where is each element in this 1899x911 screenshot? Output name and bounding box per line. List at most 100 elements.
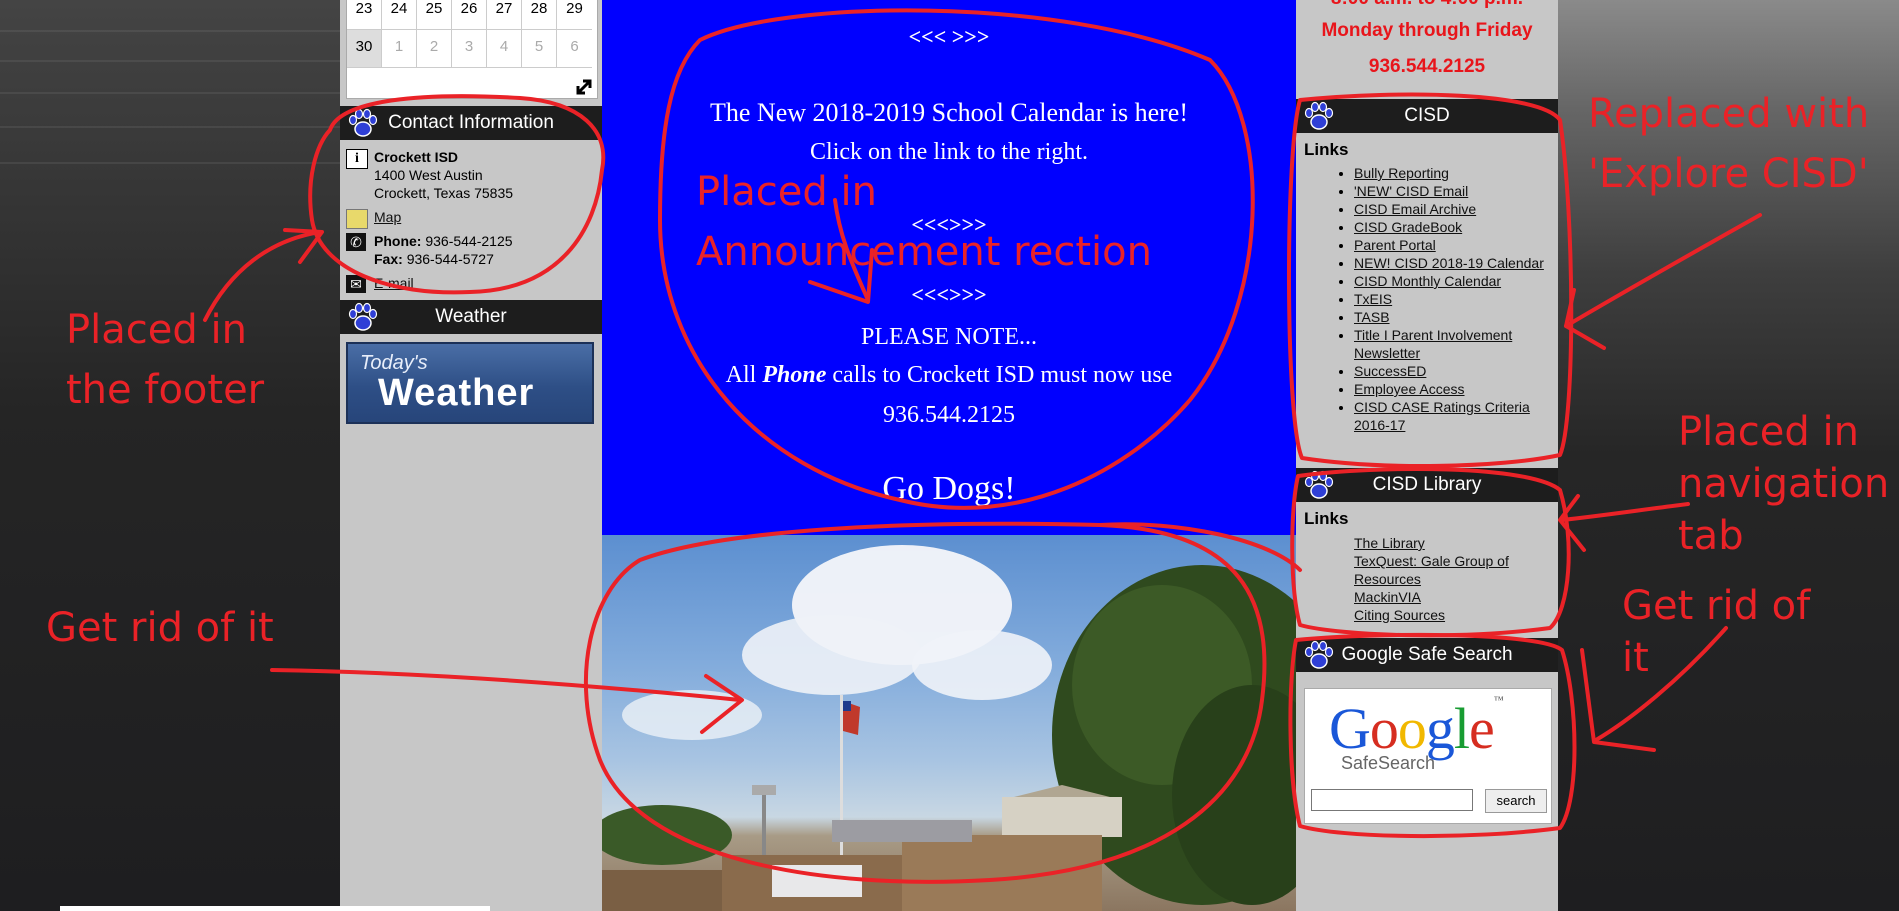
module-title: CISD <box>1404 105 1450 126</box>
cisd-link[interactable]: TxEIS <box>1354 291 1392 307</box>
cisd-link[interactable]: CISD CASE Ratings Criteria 2016-17 <box>1354 399 1530 433</box>
calendar-day[interactable]: 28 <box>522 0 557 30</box>
paw-icon <box>1304 101 1334 130</box>
calendar-day[interactable]: 26 <box>452 0 487 30</box>
logo-letter: o <box>1397 696 1427 761</box>
cisd-link[interactable]: SuccessED <box>1354 363 1426 379</box>
calendar-day[interactable]: 24 <box>382 0 417 30</box>
links-heading: Links <box>1304 140 1349 159</box>
campus-photo <box>602 535 1296 911</box>
announcement-line: The New 2018-2019 School Calendar is her… <box>710 98 1188 127</box>
phone-icon: ✆ <box>346 233 366 251</box>
cisd-link[interactable]: TASB <box>1354 309 1390 325</box>
contact-info-body: i Crockett ISD 1400 West Austin Crockett… <box>346 148 596 298</box>
cisd-link[interactable]: Parent Portal <box>1354 237 1436 253</box>
announcement-slogan: Go Dogs! <box>882 470 1016 507</box>
calendar-day[interactable]: 29 <box>557 0 592 30</box>
google-search-button[interactable]: search <box>1485 789 1547 813</box>
cisd-link[interactable]: Bully Reporting <box>1354 165 1449 181</box>
contact-phone: ✆ Phone: 936-544-2125 Fax: 936-544-5727 <box>346 232 596 268</box>
org-name: Crockett ISD <box>374 149 459 165</box>
library-link[interactable]: TexQuest: Gale Group of Resources <box>1354 553 1509 587</box>
paw-icon <box>348 302 378 331</box>
trademark: ™ <box>1493 695 1504 706</box>
contact-info-header: Contact Information <box>340 106 602 140</box>
calendar-day[interactable]: 5 <box>522 30 557 68</box>
list-item: Bully Reporting <box>1354 164 1554 182</box>
list-item: CISD Email Archive <box>1354 200 1554 218</box>
annotation-remove-photo: Get rid of it <box>46 605 274 651</box>
calendar-day[interactable]: 3 <box>452 30 487 68</box>
library-link[interactable]: Citing Sources <box>1354 607 1445 623</box>
map-link[interactable]: Map <box>374 209 401 225</box>
calendar-day[interactable]: 27 <box>487 0 522 30</box>
calendar-day[interactable]: 6 <box>557 30 592 68</box>
main-content: <<< >>> The New 2018-2019 School Calenda… <box>602 0 1296 911</box>
logo-letter: l <box>1453 696 1470 761</box>
calendar-week: 30 1 2 3 4 5 6 <box>347 30 597 68</box>
list-item: MackinVIA <box>1354 588 1554 606</box>
list-item: The Library <box>1354 534 1554 552</box>
weather-banner[interactable]: Today's Weather <box>346 342 594 424</box>
mini-calendar: 23 24 25 26 27 28 29 30 1 2 3 4 5 6 <box>346 0 598 99</box>
logo-letter: g <box>1425 696 1455 761</box>
contact-map: Map <box>346 208 596 229</box>
expand-arrow-icon[interactable] <box>575 78 593 96</box>
cisd-link[interactable]: Employee Access <box>1354 381 1465 397</box>
announcement-phone-note: All Phone calls to Crockett ISD must now… <box>725 362 1173 388</box>
library-header: CISD Library <box>1296 468 1558 502</box>
annotation-explore: Replaced with 'Explore CISD' <box>1588 91 1870 197</box>
library-links-list: The Library TexQuest: Gale Group of Reso… <box>1326 534 1554 624</box>
contact-email: ✉ E-mail <box>346 274 596 293</box>
fax-label: Fax: <box>374 251 403 267</box>
paw-icon <box>1304 470 1334 499</box>
map-icon <box>346 209 368 229</box>
cisd-link[interactable]: CISD Monthly Calendar <box>1354 273 1501 289</box>
logo-letter: G <box>1329 696 1371 761</box>
cisd-link[interactable]: Title I Parent Involvement Newsletter <box>1354 327 1512 361</box>
calendar-week: 23 24 25 26 27 28 29 <box>347 0 597 30</box>
weather-header: Weather <box>340 300 602 334</box>
list-item: Employee Access <box>1354 380 1554 398</box>
library-link[interactable]: MackinVIA <box>1354 589 1421 605</box>
slide-nav[interactable]: <<< >>> <box>602 24 1296 50</box>
list-item: 'NEW' CISD Email <box>1354 182 1554 200</box>
logo-letter: e <box>1469 696 1495 761</box>
weather-banner-big: Weather <box>378 372 535 414</box>
announcement-number: 936.544.2125 <box>883 402 1015 428</box>
annotation-remove-search: Get rid of it <box>1622 583 1811 681</box>
office-days: Monday through Friday <box>1321 20 1533 41</box>
list-item: CISD CASE Ratings Criteria 2016-17 <box>1354 398 1554 434</box>
calendar-day[interactable]: 2 <box>417 30 452 68</box>
announcement-note: PLEASE NOTE... <box>861 324 1037 350</box>
list-item: Citing Sources <box>1354 606 1554 624</box>
list-item: CISD GradeBook <box>1354 218 1554 236</box>
email-link[interactable]: E-mail <box>374 275 414 291</box>
info-icon: i <box>346 149 368 169</box>
calendar-day[interactable]: 1 <box>382 30 417 68</box>
calendar-day[interactable]: 25 <box>417 0 452 30</box>
annotation-nav-tab: Placed in navigation tab <box>1678 409 1890 559</box>
fax-number: 936-544-5727 <box>406 251 494 267</box>
list-item: Parent Portal <box>1354 236 1554 254</box>
background-left <box>0 0 340 911</box>
annotation-footer: Placed in the footer <box>66 307 265 413</box>
cisd-link[interactable]: CISD Email Archive <box>1354 201 1476 217</box>
envelope-icon: ✉ <box>346 275 366 293</box>
list-item: CISD Monthly Calendar <box>1354 272 1554 290</box>
calendar-day[interactable]: 4 <box>487 30 522 68</box>
phone-label: Phone: <box>374 233 422 249</box>
office-hours: 8:00 a.m. to 4:00 p.m. <box>1296 0 1558 10</box>
cisd-link[interactable]: NEW! CISD 2018-19 Calendar <box>1354 255 1544 271</box>
cisd-link[interactable]: 'NEW' CISD Email <box>1354 183 1468 199</box>
module-title: Google Safe Search <box>1341 644 1513 665</box>
links-heading: Links <box>1304 509 1349 528</box>
address-line: Crockett, Texas 75835 <box>374 185 514 201</box>
google-search-input[interactable] <box>1311 789 1473 811</box>
cisd-link[interactable]: CISD GradeBook <box>1354 219 1462 235</box>
phone-number: 936-544-2125 <box>425 233 513 249</box>
library-link[interactable]: The Library <box>1354 535 1425 551</box>
calendar-day[interactable]: 23 <box>347 0 382 30</box>
footer-divider <box>60 906 490 911</box>
calendar-day[interactable]: 30 <box>347 30 382 68</box>
